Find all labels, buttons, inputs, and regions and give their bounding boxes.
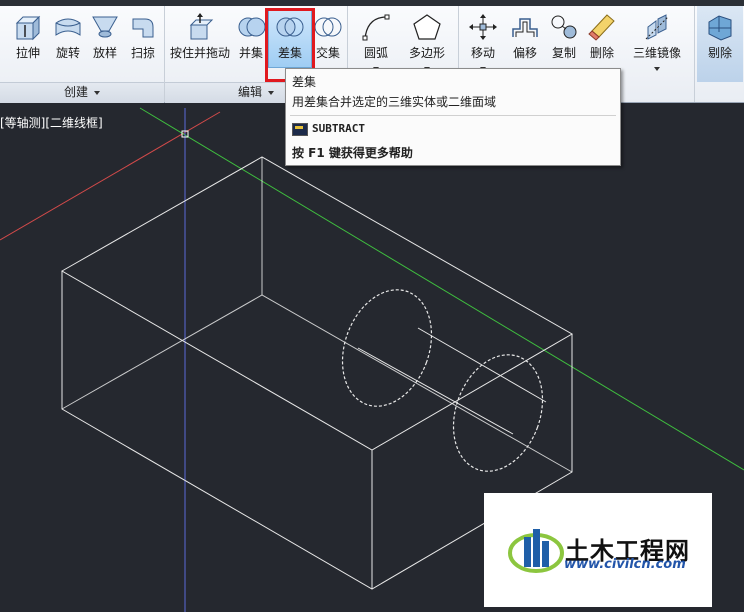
- extrude-icon: [15, 15, 41, 41]
- cylinder-hole-outline[interactable]: [327, 277, 558, 483]
- loft-label: 放样: [92, 46, 117, 60]
- move-label: 移动: [470, 46, 495, 60]
- loft-button[interactable]: 放样: [88, 10, 122, 68]
- tooltip-command: SUBTRACT: [312, 122, 365, 135]
- pentagon-icon: [413, 14, 441, 40]
- union-label: 并集: [238, 46, 263, 60]
- tooltip-title: 差集: [292, 75, 317, 89]
- intersect-label: 交集: [315, 46, 340, 60]
- mirror3d-label: 三维镜像: [632, 46, 681, 60]
- tooltip-help: 按 F1 键获得更多帮助: [292, 146, 413, 160]
- revolve-button[interactable]: 旋转: [50, 10, 86, 68]
- polygon-button[interactable]: 多边形: [402, 10, 452, 71]
- chevron-down-icon: [94, 90, 100, 95]
- presspull-icon: [189, 13, 214, 40]
- offset-icon: [512, 18, 538, 37]
- chevron-down-icon[interactable]: [654, 67, 660, 71]
- panel-edit-label: 编辑: [237, 85, 262, 99]
- eraser-icon: [588, 14, 615, 41]
- viewport-view-label[interactable]: [等轴测][二维线框]: [0, 114, 103, 131]
- copy-button[interactable]: 复制: [546, 10, 582, 68]
- cull-cube-icon: [708, 15, 732, 41]
- intersect-icon: [314, 17, 342, 37]
- panel-divider: [694, 6, 695, 102]
- panel-create-label: 创建: [63, 85, 88, 99]
- tooltip-description: 用差集合并选定的三维实体或二维面域: [292, 95, 497, 109]
- ribbon-title-strip: [0, 0, 744, 6]
- offset-label: 偏移: [512, 46, 537, 60]
- panel-create-title[interactable]: 创建: [0, 82, 164, 103]
- chevron-down-icon: [268, 90, 274, 95]
- mirror3d-icon: [645, 14, 669, 40]
- extrude-label: 拉伸: [15, 46, 40, 60]
- arc-label: 圆弧: [363, 46, 388, 60]
- presspull-button[interactable]: 按住并拖动: [168, 10, 232, 68]
- extrude-button[interactable]: 拉伸: [9, 10, 47, 68]
- watermark-box: 土木工程网 www.civilcn.com: [484, 493, 712, 607]
- subtract-tooltip: 差集 用差集合并选定的三维实体或二维面域 SUBTRACT 按 F1 键获得更多…: [285, 68, 621, 166]
- intersect-button[interactable]: 交集: [312, 10, 344, 68]
- arc-icon: [362, 14, 390, 41]
- sweep-label: 扫掠: [130, 46, 155, 60]
- erase-button[interactable]: 删除: [584, 10, 620, 68]
- polygon-label: 多边形: [408, 46, 445, 60]
- union-button[interactable]: 并集: [236, 10, 266, 68]
- loft-icon: [92, 16, 118, 38]
- cull-button[interactable]: 剔除: [697, 6, 743, 82]
- offset-button[interactable]: 偏移: [506, 10, 544, 68]
- sweep-button[interactable]: 扫掠: [126, 10, 160, 68]
- copy-icon: [551, 15, 577, 39]
- mirror3d-button[interactable]: 三维镜像: [626, 10, 688, 71]
- revolve-icon: [55, 18, 81, 36]
- erase-label: 删除: [589, 46, 614, 60]
- watermark-url: www.civilcn.com: [564, 557, 686, 572]
- sweep-icon: [132, 18, 154, 38]
- revolve-label: 旋转: [55, 46, 80, 60]
- civilcn-logo-icon: [508, 529, 564, 573]
- move-arrows-icon: [469, 14, 497, 40]
- arc-button[interactable]: 圆弧: [356, 10, 396, 71]
- presspull-label: 按住并拖动: [169, 46, 230, 60]
- move-button[interactable]: 移动: [464, 10, 502, 71]
- union-icon: [238, 17, 266, 37]
- cull-label: 剔除: [707, 46, 732, 60]
- copy-label: 复制: [551, 46, 576, 60]
- command-line-icon: [292, 123, 308, 136]
- tooltip-divider: [290, 115, 616, 116]
